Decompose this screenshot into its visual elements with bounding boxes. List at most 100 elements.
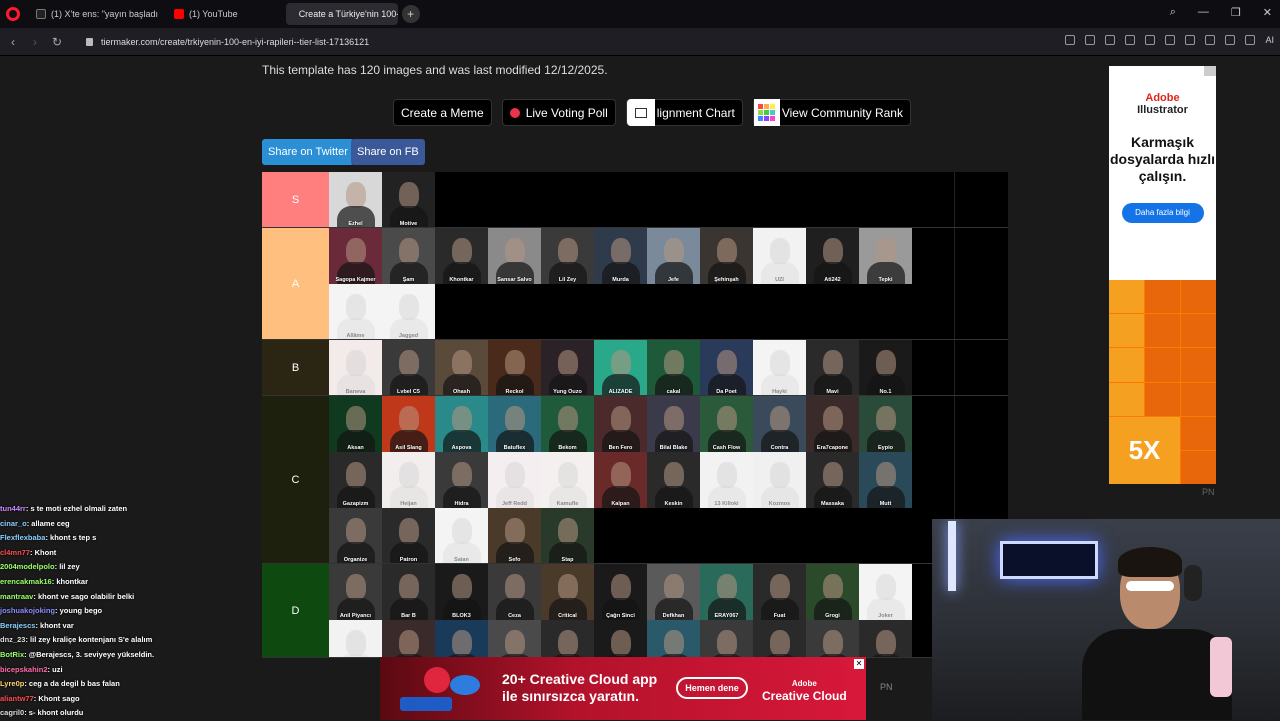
artist-tile[interactable]: Hayki xyxy=(753,340,806,395)
artist-tile[interactable]: Kalpan xyxy=(594,452,647,508)
maximize-icon[interactable]: ❐ xyxy=(1231,6,1241,19)
artist-tile[interactable] xyxy=(753,620,806,657)
artist-tile[interactable]: Jagged xyxy=(382,284,435,339)
artist-tile[interactable]: Critical xyxy=(541,564,594,620)
artist-tile[interactable]: Ezhel xyxy=(329,172,382,227)
artist-tile[interactable]: Kozmos xyxy=(753,452,806,508)
artist-tile[interactable]: Allâme xyxy=(329,284,382,339)
alignment-chart-button[interactable]: lignment Chart xyxy=(625,99,743,126)
artist-tile[interactable]: Tepki xyxy=(859,228,912,284)
chat-username[interactable]: BotRix xyxy=(0,650,24,659)
artist-tile[interactable]: Motive xyxy=(382,172,435,227)
search-icon[interactable]: ⌕ xyxy=(1170,6,1176,19)
extensions-icon[interactable] xyxy=(1245,35,1256,45)
artist-tile[interactable]: Murda xyxy=(594,228,647,284)
artist-tile[interactable]: Defkhan xyxy=(647,564,700,620)
chat-username[interactable]: tun44rr xyxy=(0,504,26,513)
play-icon[interactable] xyxy=(1145,35,1156,45)
tier-label[interactable]: A xyxy=(262,228,329,339)
live-voting-button[interactable]: Live Voting Poll xyxy=(501,99,616,126)
create-meme-button[interactable]: Create a Meme xyxy=(393,99,492,126)
artist-tile[interactable]: Kamufle xyxy=(541,452,594,508)
back-icon[interactable]: ‹ xyxy=(2,35,24,49)
artist-tile[interactable]: ERAY067 xyxy=(700,564,753,620)
artist-tile[interactable]: Asil Slang xyxy=(382,396,435,452)
artist-tile[interactable]: Keskin xyxy=(647,452,700,508)
new-tab-button[interactable]: + xyxy=(401,5,420,23)
chat-username[interactable]: cl4mn77 xyxy=(0,548,30,557)
reload-icon[interactable]: ↻ xyxy=(46,35,68,49)
tier-label[interactable]: B xyxy=(262,340,329,395)
chat-username[interactable]: mantraav xyxy=(0,592,33,601)
chat-username[interactable]: Berajescs xyxy=(0,621,35,630)
artist-tile[interactable]: Saian xyxy=(435,508,488,563)
artist-tile[interactable]: Hidra xyxy=(435,452,488,508)
chat-username[interactable]: bicepskahin2 xyxy=(0,665,48,674)
artist-tile[interactable] xyxy=(647,620,700,657)
artist-tile[interactable]: Yung Ouzo xyxy=(541,340,594,395)
chat-username[interactable]: dnz_23 xyxy=(0,635,25,644)
chat-username[interactable]: cagril0 xyxy=(0,708,24,717)
opera-logo-icon[interactable] xyxy=(6,7,20,21)
artist-tile[interactable]: Eypio xyxy=(859,396,912,452)
artist-tile[interactable]: Sefo xyxy=(488,508,541,563)
artist-tile[interactable]: Ati242 xyxy=(806,228,859,284)
tab-youtube[interactable]: (1) YouTube xyxy=(166,3,246,25)
tier-row-settings[interactable] xyxy=(954,340,1008,395)
tier-row-settings[interactable] xyxy=(954,172,1008,227)
tier-label[interactable]: S xyxy=(262,172,329,227)
artist-tile[interactable]: Ohash xyxy=(435,340,488,395)
artist-tile[interactable]: Jefe xyxy=(647,228,700,284)
artist-tile[interactable]: Batuflex xyxy=(488,396,541,452)
artist-tile[interactable]: ALIZADE xyxy=(594,340,647,395)
artist-tile[interactable]: Lvbel C5 xyxy=(382,340,435,395)
artist-tile[interactable]: No.1 xyxy=(859,340,912,395)
ai-button[interactable]: AI xyxy=(1265,35,1274,45)
artist-tile[interactable]: Aksan xyxy=(329,396,382,452)
artist-tile[interactable]: UZI xyxy=(753,228,806,284)
vpn-icon[interactable] xyxy=(1125,35,1136,45)
artist-tile[interactable]: Ben Fero xyxy=(594,396,647,452)
community-rank-button[interactable]: View Community Rank xyxy=(752,99,911,126)
artist-tile[interactable] xyxy=(806,620,859,657)
share-twitter-button[interactable]: Share on Twitter xyxy=(262,139,354,165)
artist-tile[interactable]: Ceza xyxy=(488,564,541,620)
artist-tile[interactable]: Çağrı Sinci xyxy=(594,564,647,620)
artist-tile[interactable]: Reckol xyxy=(488,340,541,395)
artist-tile[interactable]: Massaka xyxy=(806,452,859,508)
artist-tile[interactable]: Sagopa Kajmer xyxy=(329,228,382,284)
artist-tile[interactable]: Mavi xyxy=(806,340,859,395)
artist-tile[interactable]: Cash Flow xyxy=(700,396,753,452)
artist-tile[interactable]: Fuat xyxy=(753,564,806,620)
artist-tile[interactable]: Mutt xyxy=(859,452,912,508)
artist-tile[interactable]: Grogi xyxy=(806,564,859,620)
artist-tile[interactable]: cakal xyxy=(647,340,700,395)
artist-tile[interactable] xyxy=(541,620,594,657)
profile-icon[interactable] xyxy=(1225,35,1236,45)
chat-username[interactable]: Flexflexbaba xyxy=(0,533,45,542)
tab-tiermaker[interactable]: Create a Türkiye'nin 100- xyxy=(285,3,398,25)
shield-icon[interactable] xyxy=(1105,35,1116,45)
chat-username[interactable]: cinar_o xyxy=(0,519,27,528)
artist-tile[interactable]: BLOK3 xyxy=(435,564,488,620)
share-fb-button[interactable]: Share on FB xyxy=(351,139,425,165)
artist-tile[interactable]: Jeff Redd xyxy=(488,452,541,508)
tier-row-settings[interactable] xyxy=(954,228,1008,339)
chat-username[interactable]: joshuakojoking xyxy=(0,606,55,615)
camera-icon[interactable] xyxy=(1085,35,1096,45)
artist-tile[interactable]: Şehinşah xyxy=(700,228,753,284)
ad-cta-button[interactable]: Daha fazla bilgi xyxy=(1121,203,1204,223)
artist-tile[interactable]: Khontkar xyxy=(435,228,488,284)
artist-tile[interactable]: Lil Zey xyxy=(541,228,594,284)
artist-tile[interactable]: Gazapizm xyxy=(329,452,382,508)
side-advertisement[interactable]: Adobe Illustrator Karmaşık dosyalarda hı… xyxy=(1109,66,1216,484)
artist-tile[interactable]: Patron xyxy=(382,508,435,563)
heart-icon[interactable] xyxy=(1165,35,1176,45)
ad-close-icon[interactable] xyxy=(1204,66,1216,76)
chat-username[interactable]: 2004modelpolo xyxy=(0,562,55,571)
tab-x[interactable]: (1) X'te ens: "yayın başladı xyxy=(28,3,166,25)
artist-tile[interactable] xyxy=(594,620,647,657)
artist-tile[interactable] xyxy=(382,620,435,657)
artist-tile[interactable] xyxy=(859,620,912,657)
bottom-ad-cta-button[interactable]: Hemen dene xyxy=(676,677,748,699)
